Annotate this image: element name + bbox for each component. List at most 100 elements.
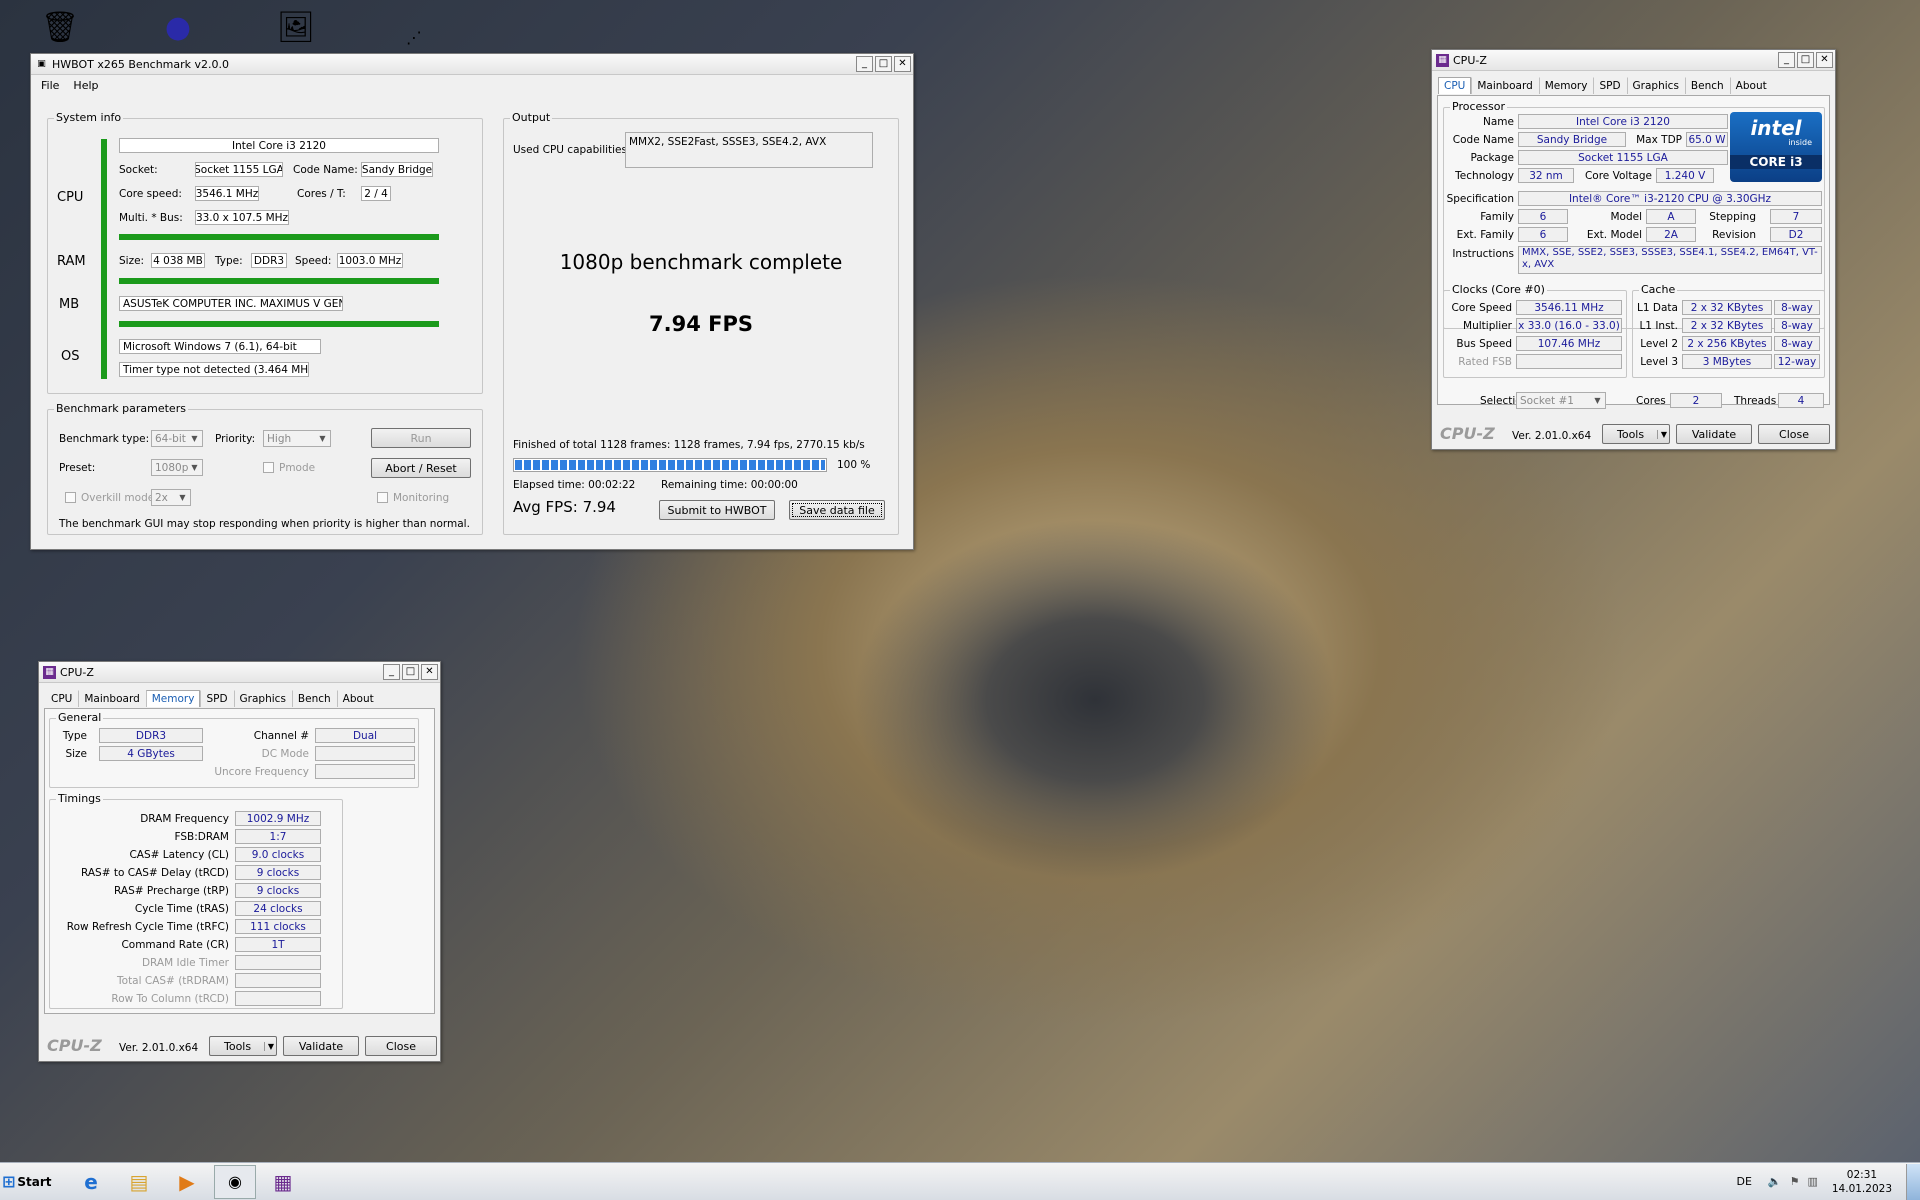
minimize-button[interactable]: _: [1778, 52, 1795, 68]
cpuz-taskbar-icon[interactable]: ▦: [262, 1165, 304, 1199]
save-data-file-button[interactable]: Save data file: [789, 500, 885, 520]
file-explorer-icon[interactable]: ▤: [118, 1165, 160, 1199]
close-button[interactable]: ✕: [421, 664, 438, 680]
network-icon[interactable]: ▥: [1807, 1175, 1817, 1188]
socket-field: Socket 1155 LGA: [195, 162, 283, 177]
tab-bench[interactable]: Bench: [291, 690, 337, 707]
cpuz-titlebar[interactable]: ▦ CPU-Z _ □ ✕: [1432, 50, 1835, 71]
close-cpuz-button[interactable]: Close: [365, 1036, 437, 1056]
cpuz-tabs: CPU Mainboard Memory SPD Graphics Bench …: [45, 690, 380, 707]
tab-memory[interactable]: Memory: [145, 690, 201, 707]
benchmark-type-label: Benchmark type:: [59, 433, 150, 445]
priority-select[interactable]: High ▼: [263, 430, 331, 447]
hwbot-taskbar-icon[interactable]: ◉: [214, 1164, 256, 1199]
codename-label: Code Name:: [293, 164, 358, 176]
ram-type-label: Type:: [215, 255, 243, 267]
tab-mainboard[interactable]: Mainboard: [1471, 77, 1538, 94]
preset-select[interactable]: 1080p ▼: [151, 459, 203, 476]
tab-bench[interactable]: Bench: [1684, 77, 1730, 94]
uncore-frequency-field: [315, 764, 415, 779]
type-field: DDR3: [99, 728, 203, 743]
pmode-checkbox[interactable]: [263, 462, 274, 473]
clock[interactable]: 02:31 14.01.2023: [1832, 1168, 1892, 1196]
ram-section-label: RAM: [57, 254, 86, 269]
stepping-field: 7: [1770, 209, 1822, 224]
maximize-button[interactable]: □: [402, 664, 419, 680]
submit-hwbot-button[interactable]: Submit to HWBOT: [659, 500, 775, 520]
l1-inst-label: L1 Inst.: [1639, 320, 1678, 332]
core-speed-field: 3546.11 MHz: [1516, 300, 1622, 315]
timing-value: 111 clocks: [235, 919, 321, 934]
hwbot-titlebar[interactable]: ▣ HWBOT x265 Benchmark v2.0.0 _ □ ✕: [31, 54, 913, 75]
minimize-button[interactable]: _: [856, 56, 873, 72]
elapsed-time: Elapsed time: 00:02:22: [513, 479, 636, 491]
window-title: HWBOT x265 Benchmark v2.0.0: [52, 57, 230, 71]
priority-value: High: [267, 432, 292, 445]
tools-button[interactable]: Tools ▼: [1602, 424, 1670, 444]
language-indicator[interactable]: DE: [1736, 1175, 1751, 1188]
multi-bus-field: 33.0 x 107.5 MHz: [195, 210, 289, 225]
cpuz-cpu-window: ▦ CPU-Z _ □ ✕ CPU Mainboard Memory SPD G…: [1431, 49, 1836, 450]
tab-cpu[interactable]: CPU: [45, 690, 78, 707]
tools-button[interactable]: Tools ▼: [209, 1036, 277, 1056]
ram-type-field: DDR3: [251, 253, 287, 268]
desktop-app-icon[interactable]: ●: [154, 4, 202, 50]
cache-label: Cache: [1639, 283, 1678, 296]
abort-reset-button[interactable]: Abort / Reset: [371, 458, 471, 478]
tab-graphics[interactable]: Graphics: [1626, 77, 1685, 94]
run-button[interactable]: Run: [371, 428, 471, 448]
avg-fps: Avg FPS: 7.94: [513, 498, 616, 516]
processor-label: Processor: [1450, 100, 1507, 113]
internet-explorer-icon[interactable]: e: [70, 1165, 112, 1199]
overkill-label: Overkill mode: [81, 492, 155, 504]
action-center-flag-icon[interactable]: ⚑: [1790, 1175, 1800, 1188]
cpuz-titlebar[interactable]: ▦ CPU-Z _ □ ✕: [39, 662, 440, 683]
monitoring-checkbox[interactable]: [377, 492, 388, 503]
start-button[interactable]: ⊞ Start: [0, 1165, 52, 1199]
tab-cpu[interactable]: CPU: [1438, 77, 1472, 94]
cores-threads-label: Cores / T:: [297, 188, 346, 200]
maximize-button[interactable]: □: [1797, 52, 1814, 68]
cpuz-version: Ver. 2.01.0.x64: [119, 1042, 199, 1054]
remaining-time: Remaining time: 00:00:00: [661, 479, 798, 491]
tab-mainboard[interactable]: Mainboard: [78, 690, 145, 707]
clocks-label: Clocks (Core #0): [1450, 283, 1547, 296]
cores-threads-field: 2 / 4: [361, 186, 391, 201]
channel-label: Channel #: [253, 730, 309, 742]
tab-spd[interactable]: SPD: [200, 690, 233, 707]
selection-select[interactable]: Socket #1 ▼: [1516, 392, 1606, 409]
validate-button[interactable]: Validate: [1676, 424, 1752, 444]
menu-file[interactable]: File: [41, 79, 59, 92]
menu-help[interactable]: Help: [73, 79, 98, 92]
model-field: A: [1646, 209, 1696, 224]
close-cpuz-button[interactable]: Close: [1758, 424, 1830, 444]
tab-graphics[interactable]: Graphics: [233, 690, 292, 707]
general-label: General: [56, 711, 104, 724]
tab-spd[interactable]: SPD: [1593, 77, 1626, 94]
window-title: CPU-Z: [1453, 53, 1487, 67]
tab-memory[interactable]: Memory: [1538, 77, 1594, 94]
show-desktop-button[interactable]: [1906, 1163, 1920, 1200]
maximize-button[interactable]: □: [875, 56, 892, 72]
desktop-shortcut-icon[interactable]: 🖼: [272, 4, 320, 50]
overkill-select[interactable]: 2x ▼: [151, 489, 191, 506]
validate-button[interactable]: Validate: [283, 1036, 359, 1056]
media-player-icon[interactable]: ▶: [166, 1165, 208, 1199]
preset-value: 1080p: [155, 461, 189, 474]
level3-ways: 12-way: [1774, 354, 1820, 369]
overkill-checkbox[interactable]: [65, 492, 76, 503]
cpuz-version: Ver. 2.01.0.x64: [1512, 430, 1592, 442]
timing-label: DRAM Idle Timer: [141, 957, 229, 969]
benchmark-type-select[interactable]: 64-bit ▼: [151, 430, 203, 447]
tab-about[interactable]: About: [336, 690, 380, 707]
timing-value: 9 clocks: [235, 865, 321, 880]
close-button[interactable]: ✕: [894, 56, 911, 72]
close-button[interactable]: ✕: [1816, 52, 1833, 68]
tab-about[interactable]: About: [1729, 77, 1773, 94]
tools-label: Tools: [1617, 427, 1645, 441]
recycle-bin-icon[interactable]: 🗑: [36, 4, 84, 50]
mb-section-label: MB: [59, 297, 80, 312]
package-label: Package: [1470, 152, 1514, 164]
minimize-button[interactable]: _: [383, 664, 400, 680]
volume-icon[interactable]: 🔈: [1768, 1175, 1782, 1188]
